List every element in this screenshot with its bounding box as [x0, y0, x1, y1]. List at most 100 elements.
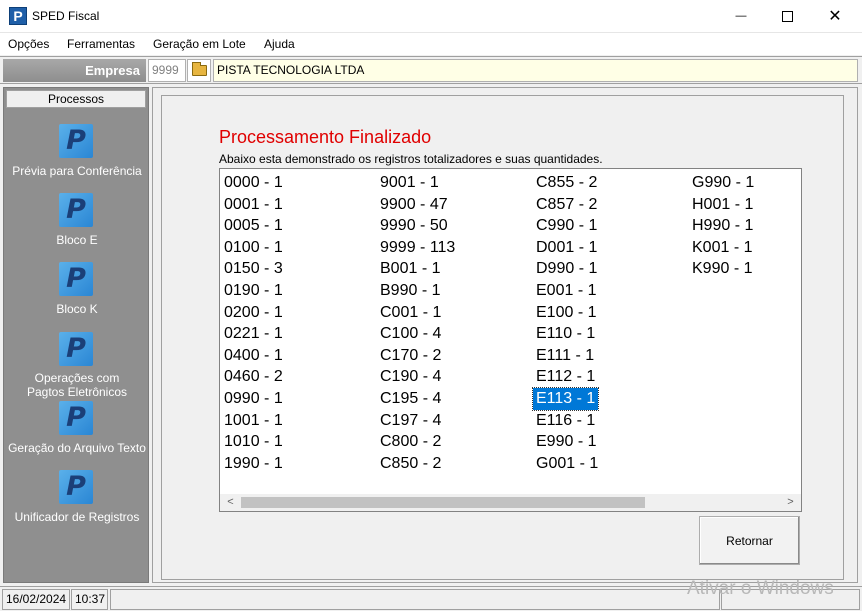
list-item[interactable]: E110 - 1	[533, 323, 601, 345]
list-item[interactable]: C197 - 4	[377, 410, 458, 432]
list-item[interactable]: C800 - 2	[377, 431, 458, 453]
list-column-1: 0000 - 1 0001 - 1 0005 - 1 0100 - 1 0150 - 3…	[221, 172, 286, 474]
list-item[interactable]: C850 - 2	[377, 453, 458, 475]
list-item[interactable]: H990 - 1	[689, 215, 757, 237]
list-item[interactable]: K990 - 1	[689, 258, 757, 280]
list-item[interactable]: C170 - 2	[377, 345, 458, 367]
list-item[interactable]: E113 - 1	[531, 386, 600, 411]
p-logo-icon: P	[59, 262, 93, 296]
sidebar-item-previa-conferencia[interactable]: P Prévia para Conferência	[4, 124, 150, 190]
list-item[interactable]: E111 - 1	[533, 345, 601, 367]
empresa-bar: Empresa 9999 PISTA TECNOLOGIA LTDA	[0, 56, 862, 84]
list-item[interactable]: C857 - 2	[533, 194, 601, 216]
sidebar-item-operacoes-pagtos-eletronicos[interactable]: P Operações com Pagtos Eletrônicos	[4, 332, 150, 399]
sidebar-item-label: Bloco E	[56, 233, 98, 247]
sidebar-item-geracao-arquivo-texto[interactable]: P Geração do Arquivo Texto	[4, 401, 150, 467]
list-item[interactable]: 9001 - 1	[377, 172, 458, 194]
close-icon: ✕	[828, 8, 842, 25]
window-title: SPED Fiscal	[32, 9, 100, 23]
list-item[interactable]: E100 - 1	[533, 302, 601, 324]
list-item[interactable]: 1010 - 1	[221, 431, 286, 453]
list-item[interactable]: 0200 - 1	[221, 302, 286, 324]
sidebar-item-label: Geração do Arquivo Texto	[8, 441, 146, 455]
empresa-name-field: PISTA TECNOLOGIA LTDA	[213, 59, 858, 82]
list-item[interactable]: C001 - 1	[377, 302, 458, 324]
list-item[interactable]: E116 - 1	[533, 410, 601, 432]
list-item[interactable]: 1001 - 1	[221, 410, 286, 432]
list-item[interactable]: E990 - 1	[533, 431, 601, 453]
list-item[interactable]: E112 - 1	[533, 366, 601, 388]
scroll-right-icon[interactable]: >	[782, 494, 799, 511]
list-item[interactable]: 1990 - 1	[221, 453, 286, 475]
scroll-left-icon[interactable]: <	[222, 494, 239, 511]
list-item[interactable]: G001 - 1	[533, 453, 601, 475]
list-item[interactable]: 0000 - 1	[221, 172, 286, 194]
scrollbar-thumb[interactable]	[241, 497, 645, 508]
menu-bar: Opções Ferramentas Geração em Lote Ajuda	[0, 33, 862, 55]
list-item[interactable]: 9990 - 50	[377, 215, 458, 237]
list-item[interactable]: C190 - 4	[377, 366, 458, 388]
list-item[interactable]: B001 - 1	[377, 258, 458, 280]
list-item[interactable]: 9900 - 47	[377, 194, 458, 216]
registros-list[interactable]: 0000 - 1 0001 - 1 0005 - 1 0100 - 1 0150 - 3…	[219, 168, 802, 512]
sidebar-item-bloco-k[interactable]: P Bloco K	[4, 262, 150, 328]
page-subtitle: Abaixo esta demonstrado os registros tot…	[219, 152, 603, 166]
list-item[interactable]: 9999 - 113	[377, 237, 458, 259]
app-icon: P	[9, 7, 27, 25]
minimize-button[interactable]: —	[718, 0, 764, 32]
list-item[interactable]: C855 - 2	[533, 172, 601, 194]
open-empresa-button[interactable]	[187, 59, 211, 82]
folder-icon	[191, 62, 207, 76]
list-item[interactable]: E001 - 1	[533, 280, 601, 302]
p-logo-icon: P	[59, 332, 93, 366]
list-item[interactable]: G990 - 1	[689, 172, 757, 194]
list-item[interactable]: 0990 - 1	[221, 388, 286, 410]
sidebar-item-label: Prévia para Conferência	[12, 164, 142, 178]
result-panel: Processamento Finalizado Abaixo esta dem…	[161, 95, 844, 580]
status-date: 16/02/2024	[2, 589, 70, 610]
menu-opcoes[interactable]: Opções	[8, 37, 49, 51]
p-logo-icon: P	[59, 124, 93, 158]
list-item[interactable]: 0460 - 2	[221, 366, 286, 388]
retornar-button[interactable]: Retornar	[699, 516, 800, 565]
sidebar-item-unificador-registros[interactable]: P Unificador de Registros	[4, 470, 150, 536]
sidebar-item-label-line2: Pagtos Eletrônicos	[26, 385, 128, 399]
list-column-4: G990 - 1 H001 - 1 H990 - 1 K001 - 1 K990 - 1	[689, 172, 757, 280]
sidebar-item-bloco-e[interactable]: P Bloco E	[4, 193, 150, 259]
list-column-3: C855 - 2 C857 - 2 C990 - 1 D001 - 1 D990 - 1…	[531, 172, 601, 475]
sidebar-header: Processos	[6, 90, 146, 108]
maximize-icon	[781, 10, 793, 22]
list-item[interactable]: C100 - 4	[377, 323, 458, 345]
menu-ferramentas[interactable]: Ferramentas	[67, 37, 135, 51]
p-logo-icon: P	[59, 470, 93, 504]
list-item[interactable]: 0400 - 1	[221, 345, 286, 367]
list-item[interactable]: K001 - 1	[689, 237, 757, 259]
list-item[interactable]: 0150 - 3	[221, 258, 286, 280]
empresa-code-field[interactable]: 9999	[148, 59, 186, 82]
menu-ajuda[interactable]: Ajuda	[264, 37, 295, 51]
status-panel	[110, 589, 720, 610]
p-logo-icon: P	[59, 193, 93, 227]
horizontal-scrollbar[interactable]: < >	[220, 494, 801, 511]
sidebar-item-label: Unificador de Registros	[14, 510, 140, 524]
sidebar-processos: Processos P Prévia para Conferência P Bl…	[3, 87, 149, 583]
list-item[interactable]: C990 - 1	[533, 215, 601, 237]
maximize-button[interactable]	[764, 0, 810, 32]
list-item[interactable]: C195 - 4	[377, 388, 458, 410]
status-time: 10:37	[71, 589, 108, 610]
list-item[interactable]: 0221 - 1	[221, 323, 286, 345]
list-item[interactable]: B990 - 1	[377, 280, 458, 302]
close-button[interactable]: ✕	[812, 0, 858, 32]
list-item[interactable]: 0190 - 1	[221, 280, 286, 302]
list-item[interactable]: 0100 - 1	[221, 237, 286, 259]
activation-watermark: Ativar o Windows	[687, 578, 834, 599]
list-item[interactable]: D990 - 1	[533, 258, 601, 280]
title-bar: P SPED Fiscal — ✕	[0, 0, 862, 33]
list-item[interactable]: D001 - 1	[533, 237, 601, 259]
empresa-label: Empresa	[3, 59, 146, 82]
list-item[interactable]: 0005 - 1	[221, 215, 286, 237]
list-item[interactable]: H001 - 1	[689, 194, 757, 216]
page-title: Processamento Finalizado	[219, 127, 432, 147]
list-item[interactable]: 0001 - 1	[221, 194, 286, 216]
menu-geracao-em-lote[interactable]: Geração em Lote	[153, 37, 246, 51]
